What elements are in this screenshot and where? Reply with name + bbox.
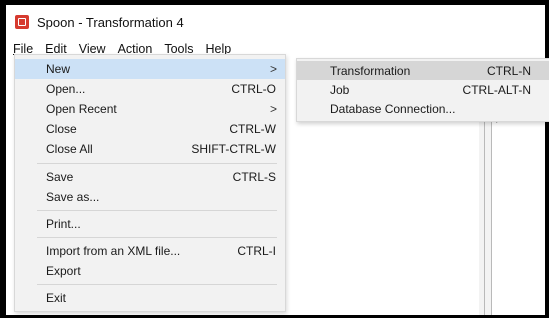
menu-separator	[37, 284, 277, 285]
submenu-arrow-icon: >	[269, 102, 277, 116]
menu-item-save[interactable]: Save CTRL-S	[15, 167, 285, 187]
menu-separator	[37, 237, 277, 238]
menu-item-open[interactable]: Open... CTRL-O	[15, 79, 285, 99]
submenu-item-database-connection[interactable]: Database Connection...	[297, 99, 549, 118]
spoon-app-icon	[15, 15, 29, 29]
submenu-item-transformation[interactable]: Transformation CTRL-N	[297, 61, 549, 80]
title-bar: Spoon - Transformation 4	[6, 5, 545, 39]
submenu-arrow-icon: >	[269, 62, 277, 76]
new-submenu: Transformation CTRL-N Job CTRL-ALT-N Dat…	[296, 58, 549, 122]
menu-item-save-as[interactable]: Save as...	[15, 187, 285, 207]
menu-item-open-recent[interactable]: Open Recent >	[15, 99, 285, 119]
menu-separator	[37, 163, 277, 164]
menu-item-export[interactable]: Export	[15, 261, 285, 281]
menu-item-new[interactable]: New >	[15, 59, 285, 79]
menu-item-import-xml[interactable]: Import from an XML file... CTRL-I	[15, 241, 285, 261]
file-menu-dropdown: New > Open... CTRL-O Open Recent > Close…	[14, 54, 286, 312]
menu-item-print[interactable]: Print...	[15, 214, 285, 234]
window-title: Spoon - Transformation 4	[37, 14, 184, 30]
menu-separator	[37, 210, 277, 211]
menu-item-exit[interactable]: Exit	[15, 288, 285, 308]
submenu-item-job[interactable]: Job CTRL-ALT-N	[297, 80, 549, 99]
menu-item-close-all[interactable]: Close All SHIFT-CTRL-W	[15, 139, 285, 159]
menu-item-close[interactable]: Close CTRL-W	[15, 119, 285, 139]
